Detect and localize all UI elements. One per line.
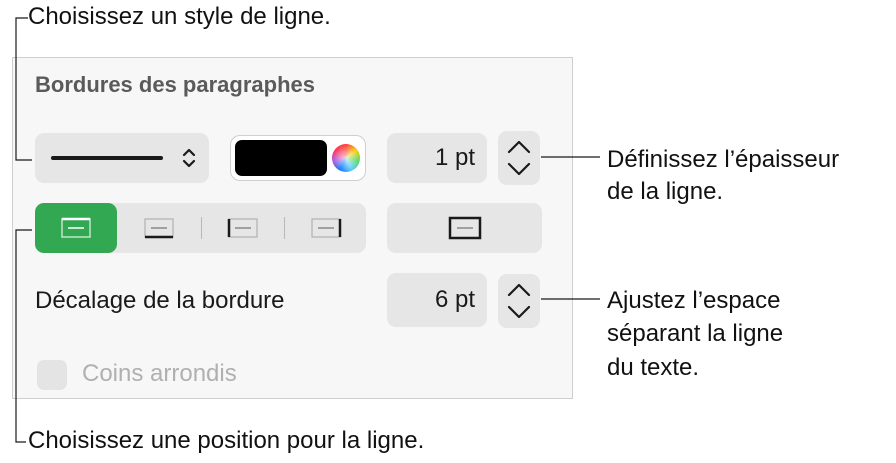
panel-title: Bordures des paragraphes [35,72,315,97]
border-top-button[interactable] [35,203,117,253]
paragraph-borders-panel: Bordures des paragraphes 1 pt Décalage d… [12,57,573,399]
callout-position: Choisissez une position pour la ligne. [28,427,425,454]
border-box-button[interactable] [387,203,542,253]
up-down-chevron-icon [182,148,196,168]
border-right-button[interactable] [285,203,367,253]
border-left-icon [227,218,258,238]
callout-thickness-line1: Définissez l’épaisseur [607,146,840,173]
color-well[interactable] [230,135,366,181]
rounded-corners-checkbox[interactable] [37,360,67,390]
thickness-stepper[interactable] [498,131,540,185]
rounded-corners-label: Coins arrondis [82,360,237,387]
color-wheel-icon[interactable] [332,144,360,172]
border-offset-stepper[interactable] [498,274,540,328]
border-offset-field[interactable]: 6 pt [387,273,487,327]
border-box-icon [448,216,482,240]
border-position-segmented-control [35,203,366,253]
thickness-field[interactable]: 1 pt [387,133,487,183]
callout-line-style: Choisissez un style de ligne. [28,3,331,30]
callout-thickness-line2: de la ligne. [607,178,724,205]
stepper-arrows-icon [507,283,531,319]
line-style-popup[interactable] [35,133,209,183]
color-swatch[interactable] [235,140,327,176]
callout-spacing-line2: séparant la ligne [607,320,784,347]
border-right-icon [311,218,342,238]
callout-spacing-line3: du texte. [607,354,700,381]
stepper-arrows-icon [507,140,531,176]
solid-line-preview [51,156,163,160]
border-bottom-button[interactable] [118,203,200,253]
border-top-icon [61,217,91,238]
border-left-button[interactable] [202,203,284,253]
border-offset-label: Décalage de la bordure [35,287,285,314]
border-bottom-icon [144,218,174,239]
callout-spacing-line1: Ajustez l’espace [607,287,781,314]
